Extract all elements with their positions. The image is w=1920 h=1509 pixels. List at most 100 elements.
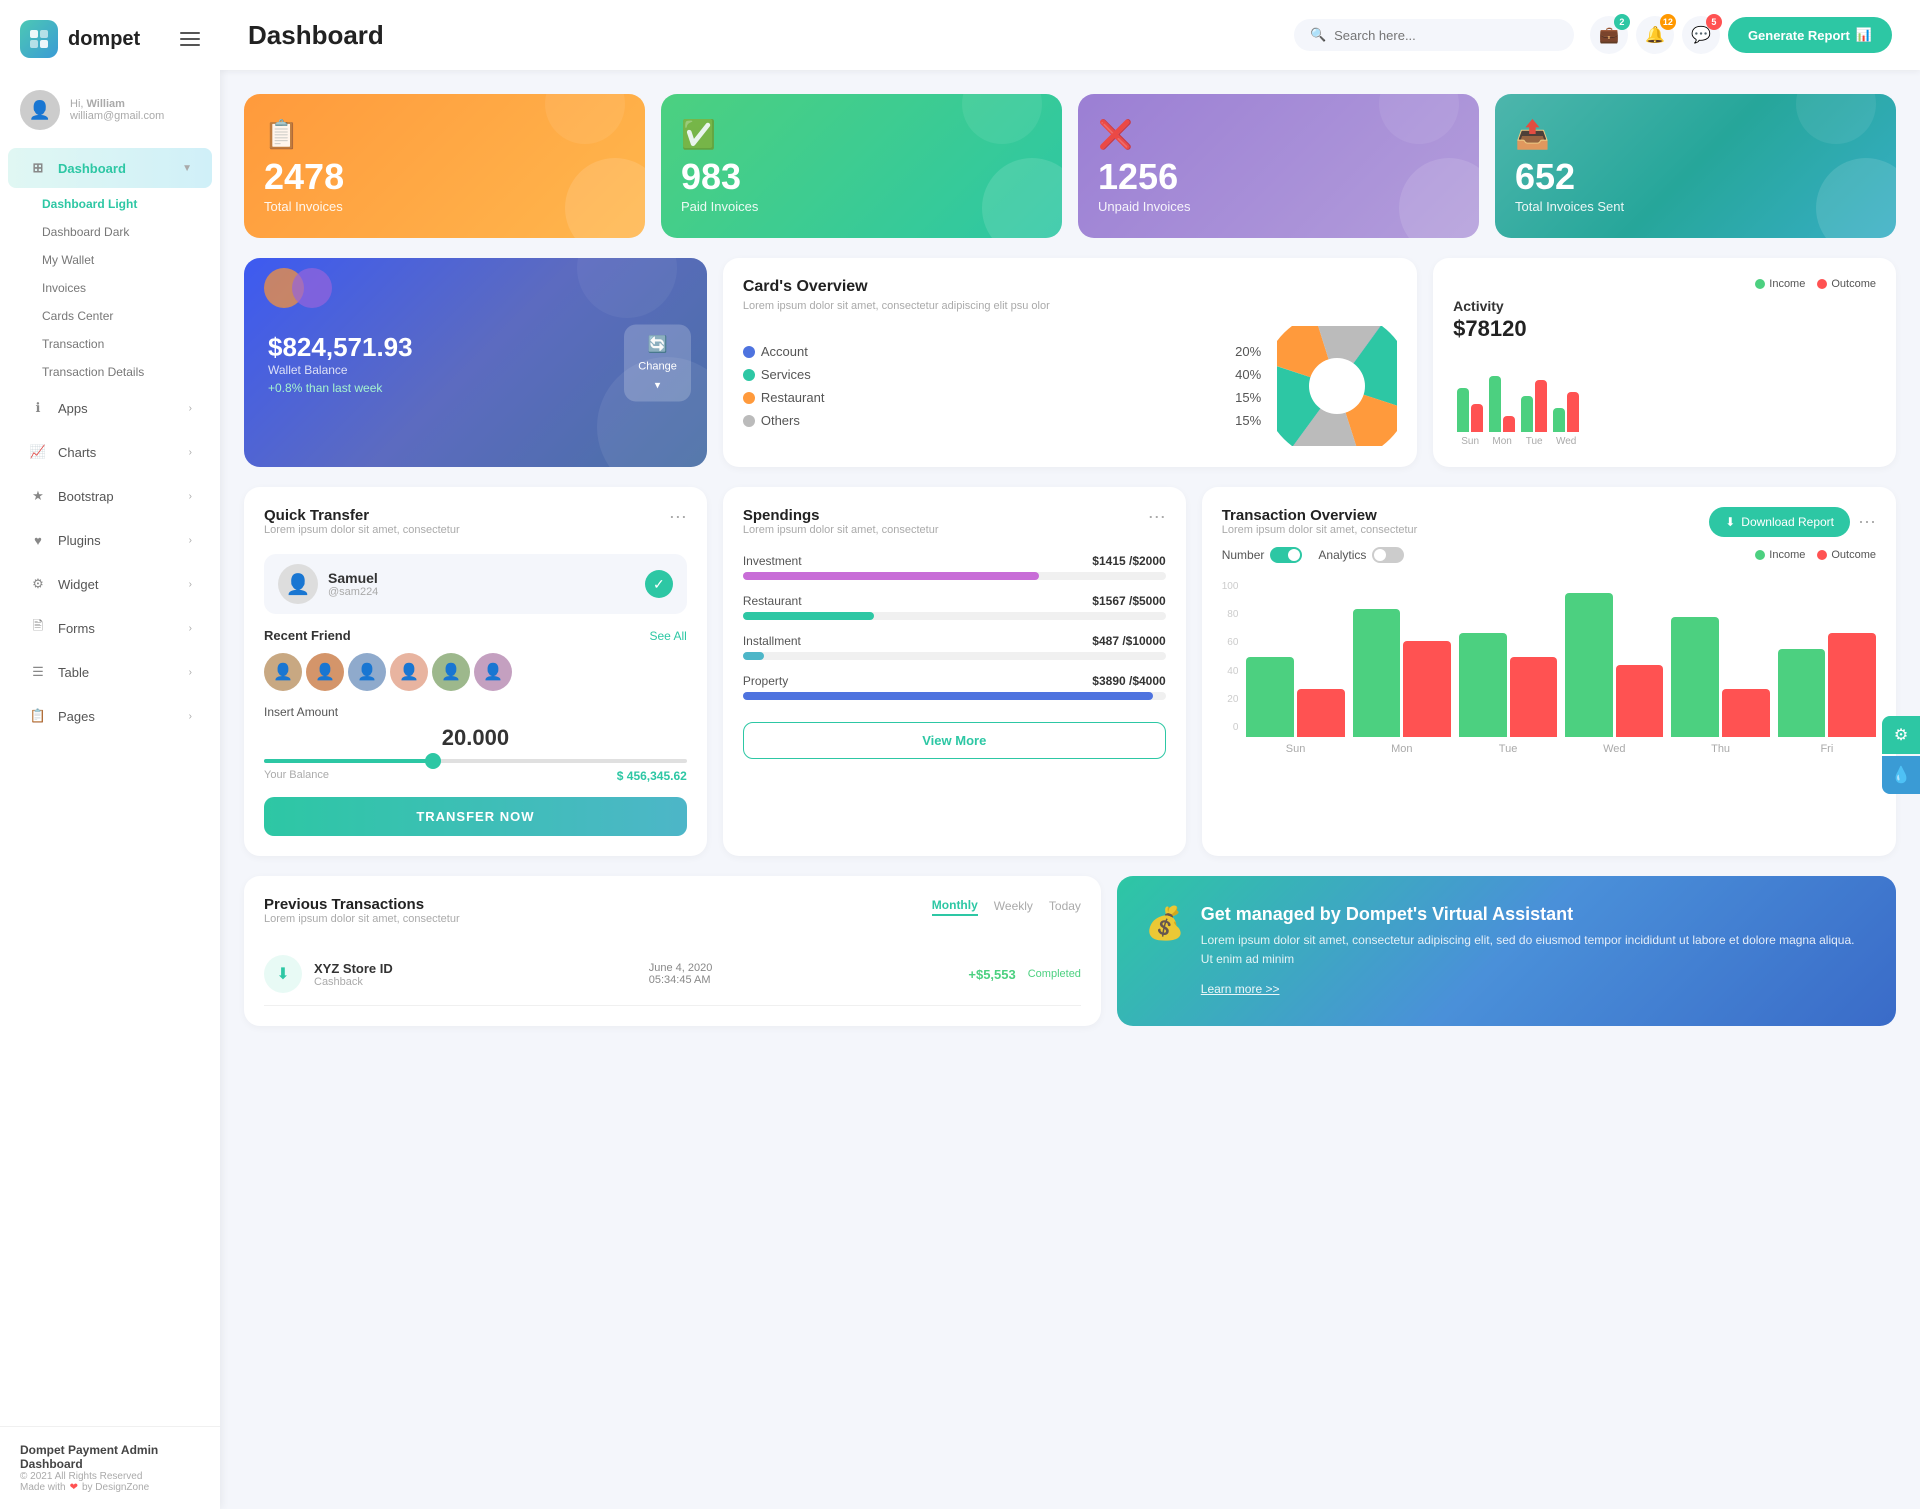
generate-report-button[interactable]: Generate Report 📊: [1728, 17, 1892, 53]
bar-thu-outcome-lg: [1722, 689, 1770, 737]
sidebar-item-widget[interactable]: ⚙ Widget ›: [8, 564, 212, 604]
spendings-card: Spendings Lorem ipsum dolor sit amet, co…: [723, 487, 1186, 856]
sidebar-item-label: Charts: [58, 445, 179, 460]
spending-name-property: Property: [743, 674, 788, 688]
transaction-overview-card: Transaction Overview Lorem ipsum dolor s…: [1202, 487, 1896, 856]
wallet-icon-btn[interactable]: 💼 2: [1590, 16, 1628, 54]
number-toggle[interactable]: [1270, 547, 1302, 563]
sidebar-item-pages[interactable]: 📋 Pages ›: [8, 696, 212, 736]
spendings-more-btn[interactable]: ⋯: [1148, 507, 1166, 528]
view-more-button[interactable]: View More: [743, 722, 1166, 759]
sidebar-sub-item-cards-center[interactable]: Cards Center: [0, 302, 220, 330]
spending-name-investment: Investment: [743, 554, 802, 568]
tab-today[interactable]: Today: [1049, 897, 1081, 915]
va-learn-more-link[interactable]: Learn more >>: [1201, 982, 1280, 996]
sidebar-sub-item-transaction-details[interactable]: Transaction Details: [0, 358, 220, 386]
amount-slider[interactable]: [264, 759, 687, 763]
tx-desc: Lorem ipsum dolor sit amet, consectetur: [1222, 524, 1418, 536]
spendings-header: Spendings Lorem ipsum dolor sit amet, co…: [743, 507, 1166, 550]
change-button[interactable]: 🔄 Change ▾: [624, 324, 691, 401]
sidebar-sub-item-transaction[interactable]: Transaction: [0, 330, 220, 358]
hamburger-menu[interactable]: [180, 32, 200, 46]
balance-row: Your Balance $ 456,345.62: [264, 769, 687, 783]
x-label-tue: Tue: [1521, 436, 1547, 447]
quick-transfer-more-btn[interactable]: ⋯: [669, 507, 687, 528]
tab-weekly[interactable]: Weekly: [994, 897, 1033, 915]
sidebar-sub-item-invoices[interactable]: Invoices: [0, 274, 220, 302]
generate-report-label: Generate Report: [1748, 28, 1850, 43]
friend-avatar-1[interactable]: 👤: [264, 653, 302, 691]
sidebar-item-plugins[interactable]: ♥ Plugins ›: [8, 520, 212, 560]
sidebar-sub-item-my-wallet[interactable]: My Wallet: [0, 246, 220, 274]
bar-group-tue: [1459, 633, 1557, 737]
tx-item-type: Cashback: [314, 976, 393, 988]
bar-group-thu: [1671, 617, 1769, 737]
footer-title: Dompet Payment Admin Dashboard: [20, 1443, 200, 1471]
bar-sun-income-lg: [1246, 657, 1294, 737]
friend-avatar-5[interactable]: 👤: [432, 653, 470, 691]
stat-card-unpaid-invoices: ❌ 1256 Unpaid Invoices: [1078, 94, 1479, 238]
recent-friend-label: Recent Friend: [264, 628, 351, 643]
search-box[interactable]: 🔍: [1294, 19, 1574, 51]
bar-mon-outcome-lg: [1403, 641, 1451, 737]
user-email: william@gmail.com: [70, 110, 164, 122]
friend-avatar-2[interactable]: 👤: [306, 653, 344, 691]
transfer-now-button[interactable]: TRANSFER NOW: [264, 797, 687, 836]
table-row: ⬇ XYZ Store ID Cashback June 4, 2020 05:…: [264, 943, 1081, 1006]
tx-item-amount: +$5,553: [968, 967, 1015, 982]
spending-item-investment: Investment $1415 /$2000: [743, 554, 1166, 580]
chat-icon-btn[interactable]: 💬 5: [1682, 16, 1720, 54]
sidebar-item-forms[interactable]: 🖹 Forms ›: [8, 608, 212, 648]
spending-name-installment: Installment: [743, 634, 801, 648]
friends-avatars: 👤 👤 👤 👤 👤 👤: [264, 653, 687, 691]
spending-amount-investment: $1415 /$2000: [1092, 554, 1165, 568]
bottom-row: Quick Transfer Lorem ipsum dolor sit ame…: [244, 487, 1896, 856]
sidebar-item-label: Forms: [58, 621, 179, 636]
tx-chart-area: Sun Mon Tue Wed Thu Fri: [1246, 577, 1876, 755]
wallet-bubble2: [577, 258, 677, 318]
search-input[interactable]: [1334, 28, 1534, 43]
spending-header-property: Property $3890 /$4000: [743, 674, 1166, 688]
friend-avatar-6[interactable]: 👤: [474, 653, 512, 691]
friend-avatar-3[interactable]: 👤: [348, 653, 386, 691]
settings-float-button[interactable]: ⚙: [1882, 716, 1920, 754]
circle-purple: [292, 268, 332, 308]
chevron-right-icon: ›: [189, 535, 192, 546]
tx-chart-wrapper: 100 80 60 40 20 0: [1222, 577, 1876, 755]
unpaid-invoices-icon: ❌: [1098, 118, 1459, 151]
activity-card: Income Outcome Activity $78120: [1433, 258, 1896, 467]
bar-sun-outcome-lg: [1297, 689, 1345, 737]
spending-item-restaurant: Restaurant $1567 /$5000: [743, 594, 1166, 620]
total-sent-icon: 📤: [1515, 118, 1876, 151]
sidebar-sub-item-dashboard-dark[interactable]: Dashboard Dark: [0, 218, 220, 246]
sidebar-sub-item-dashboard-light[interactable]: Dashboard Light: [0, 190, 220, 218]
bar-group-wed: [1553, 392, 1579, 432]
bell-icon-btn[interactable]: 🔔 12: [1636, 16, 1674, 54]
va-desc: Lorem ipsum dolor sit amet, consectetur …: [1201, 931, 1868, 969]
transfer-check-icon: ✓: [645, 570, 673, 598]
outcome-dot: [1817, 279, 1827, 289]
analytics-toggle[interactable]: [1372, 547, 1404, 563]
services-pct: 40%: [1235, 367, 1261, 382]
sidebar-item-dashboard[interactable]: ⊞ Dashboard ▼: [8, 148, 212, 188]
widget-icon: ⚙: [28, 574, 48, 594]
overview-row-restaurant: Restaurant 15%: [743, 390, 1261, 405]
download-btn-label: Download Report: [1741, 515, 1834, 529]
prev-row: Previous Transactions Lorem ipsum dolor …: [244, 876, 1896, 1026]
previous-transactions-card: Previous Transactions Lorem ipsum dolor …: [244, 876, 1101, 1026]
download-report-button[interactable]: ⬇ Download Report: [1709, 507, 1850, 537]
tab-monthly[interactable]: Monthly: [932, 896, 978, 916]
tx-legend-outcome: Outcome: [1817, 549, 1876, 561]
sidebar-item-apps[interactable]: ℹ Apps ›: [8, 388, 212, 428]
x-label-thu-lg: Thu: [1671, 743, 1769, 755]
sidebar-item-bootstrap[interactable]: ★ Bootstrap ›: [8, 476, 212, 516]
color-float-button[interactable]: 💧: [1882, 756, 1920, 794]
sidebar-item-charts[interactable]: 📈 Charts ›: [8, 432, 212, 472]
spendings-desc: Lorem ipsum dolor sit amet, consectetur: [743, 524, 939, 536]
tx-more-btn[interactable]: ⋯: [1858, 512, 1876, 533]
see-all-link[interactable]: See All: [649, 629, 686, 643]
sidebar-item-label: Dashboard: [58, 161, 172, 176]
sidebar-item-table[interactable]: ☰ Table ›: [8, 652, 212, 692]
friend-avatar-4[interactable]: 👤: [390, 653, 428, 691]
balance-label: Your Balance: [264, 769, 329, 783]
